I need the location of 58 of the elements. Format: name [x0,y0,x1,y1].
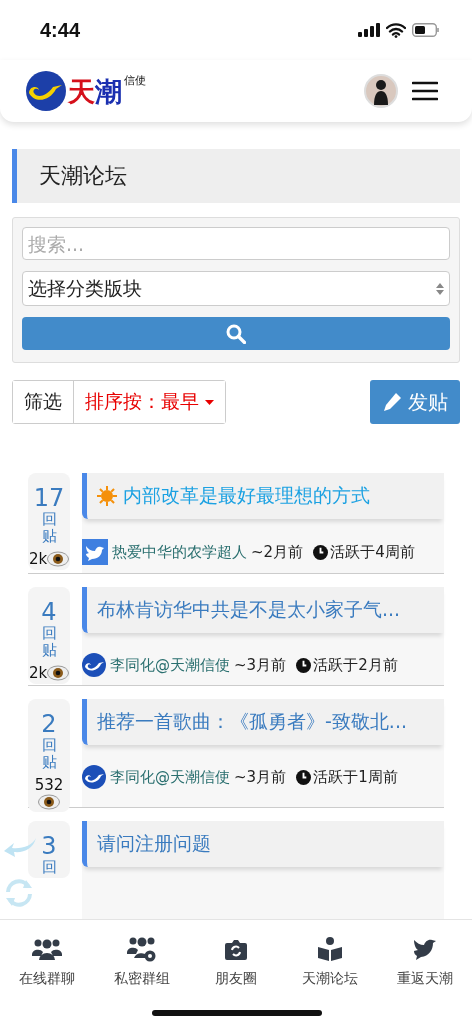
active-time: 活跃于4周前 [330,542,415,562]
signal-icon [358,23,380,37]
reply-label: 回贴 [41,625,57,659]
camera-icon [224,938,248,962]
reply-count: 2 [41,711,57,738]
reply-label: 回贴 [41,737,57,771]
reply-label: 回贴 [41,511,57,545]
view-count: 532 [34,776,64,795]
nav-tab[interactable]: 重返天潮 [377,920,472,997]
search-button[interactable] [22,317,450,350]
forum-title: 天潮论坛 [12,149,460,203]
caret-icon [205,399,214,405]
author-link[interactable]: 李同化@天潮信使 [110,767,230,787]
filter-button[interactable]: 筛选 [13,381,74,423]
active-time: 活跃于2月前 [313,655,398,675]
clock-icon [296,657,312,673]
logo-subtext: 信使 [124,73,146,88]
category-select[interactable]: 选择分类版块 [22,271,450,306]
post-title[interactable]: 布林肯访华中共是不是太小家子气... [97,597,401,623]
clock-icon [296,769,312,785]
pencil-icon [382,392,402,412]
reply-count: 3 [41,833,57,860]
post-time: ~3月前 [234,767,287,787]
users-gear-icon [126,936,157,962]
status-time: 4:44 [40,18,81,42]
sun-icon [97,486,117,506]
post-time: ~3月前 [234,655,287,675]
search-field[interactable]: 搜索... [22,227,450,260]
view-count: 2k [28,550,48,569]
nav-tab[interactable]: 朋友圈 [188,920,284,997]
post-title-card[interactable]: 请问注册问题 [82,821,444,867]
post-time: ~2月前 [251,542,304,562]
post-title-card[interactable]: 推荐一首歌曲：《孤勇者》-致敬北... [82,699,444,745]
home-indicator[interactable] [152,1010,322,1016]
view-count: 2k [28,664,48,683]
battery-icon [412,23,440,37]
wifi-icon [386,22,406,38]
reply-count: 4 [41,599,57,626]
nav-tab[interactable]: 私密群组 [94,920,189,997]
author-link[interactable]: 热爱中华的农学超人 [112,542,247,562]
menu-icon[interactable] [412,81,438,101]
logo-icon [26,71,66,111]
clock-icon [313,544,329,560]
search-icon [226,323,246,344]
post-title[interactable]: 请问注册问题 [97,831,211,857]
new-post-button[interactable]: 发贴 [370,380,460,424]
reply-label: 回 [41,859,57,876]
post-title-card[interactable]: 布林肯访华中共是不是太小家子气... [82,587,444,633]
users-icon [32,938,63,962]
nav-tab[interactable]: 在线群聊 [0,920,95,997]
book-reader-icon [317,936,344,962]
logo-text: 天潮 [68,77,122,105]
active-time: 活跃于1周前 [313,767,398,787]
reply-count: 17 [33,485,65,512]
updown-icon [436,282,444,295]
post-title[interactable]: 推荐一首歌曲：《孤勇者》-致敬北... [97,709,407,735]
author-link[interactable]: 李同化@天潮信使 [110,655,230,675]
nav-tab[interactable]: 天潮论坛 [283,920,378,997]
